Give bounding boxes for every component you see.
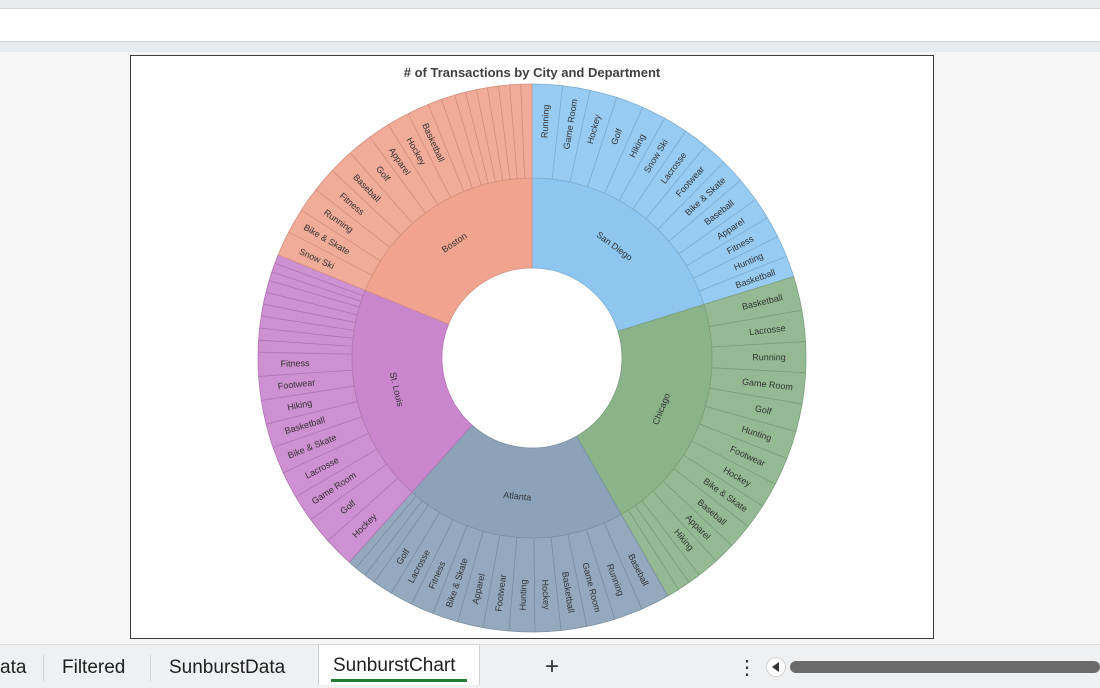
sheet-tab-sunburstchart[interactable]: SunburstChart: [318, 645, 480, 685]
department-label-san-diego-running: Running: [539, 104, 551, 138]
tab-divider: [150, 655, 151, 681]
sheet-tab-data[interactable]: ata: [0, 657, 26, 679]
department-label-chicago-running: Running: [752, 352, 786, 362]
sunburst-chart[interactable]: # of Transactions by City and Department…: [130, 55, 934, 639]
sheet-tab-sunburstdata[interactable]: SunburstData: [169, 657, 285, 679]
add-sheet-icon[interactable]: +: [545, 653, 559, 681]
horizontal-scrollbar[interactable]: [790, 661, 1100, 673]
scroll-left-icon[interactable]: [766, 657, 786, 677]
department-label-st-louis-fitness: Fitness: [280, 358, 310, 369]
tab-divider: [43, 655, 44, 681]
sheet-tab-filtered[interactable]: Filtered: [62, 657, 125, 679]
sheet-tab-sunburstchart-label: SunburstChart: [333, 655, 456, 676]
active-tab-underline: [331, 679, 467, 682]
sunburst-svg: San DiegoRunning Game Room Hockey Golf Hikin…: [257, 83, 807, 633]
formula-bar: [0, 0, 1100, 52]
sheet-tab-bar: ata Filtered SunburstData SunburstChart …: [0, 644, 1100, 688]
formula-input[interactable]: [0, 8, 1100, 42]
more-options-icon[interactable]: ⋮: [737, 655, 757, 680]
department-label-atlanta-hockey: Hockey: [540, 579, 552, 610]
department-label-atlanta-hunting: Hunting: [518, 579, 529, 610]
